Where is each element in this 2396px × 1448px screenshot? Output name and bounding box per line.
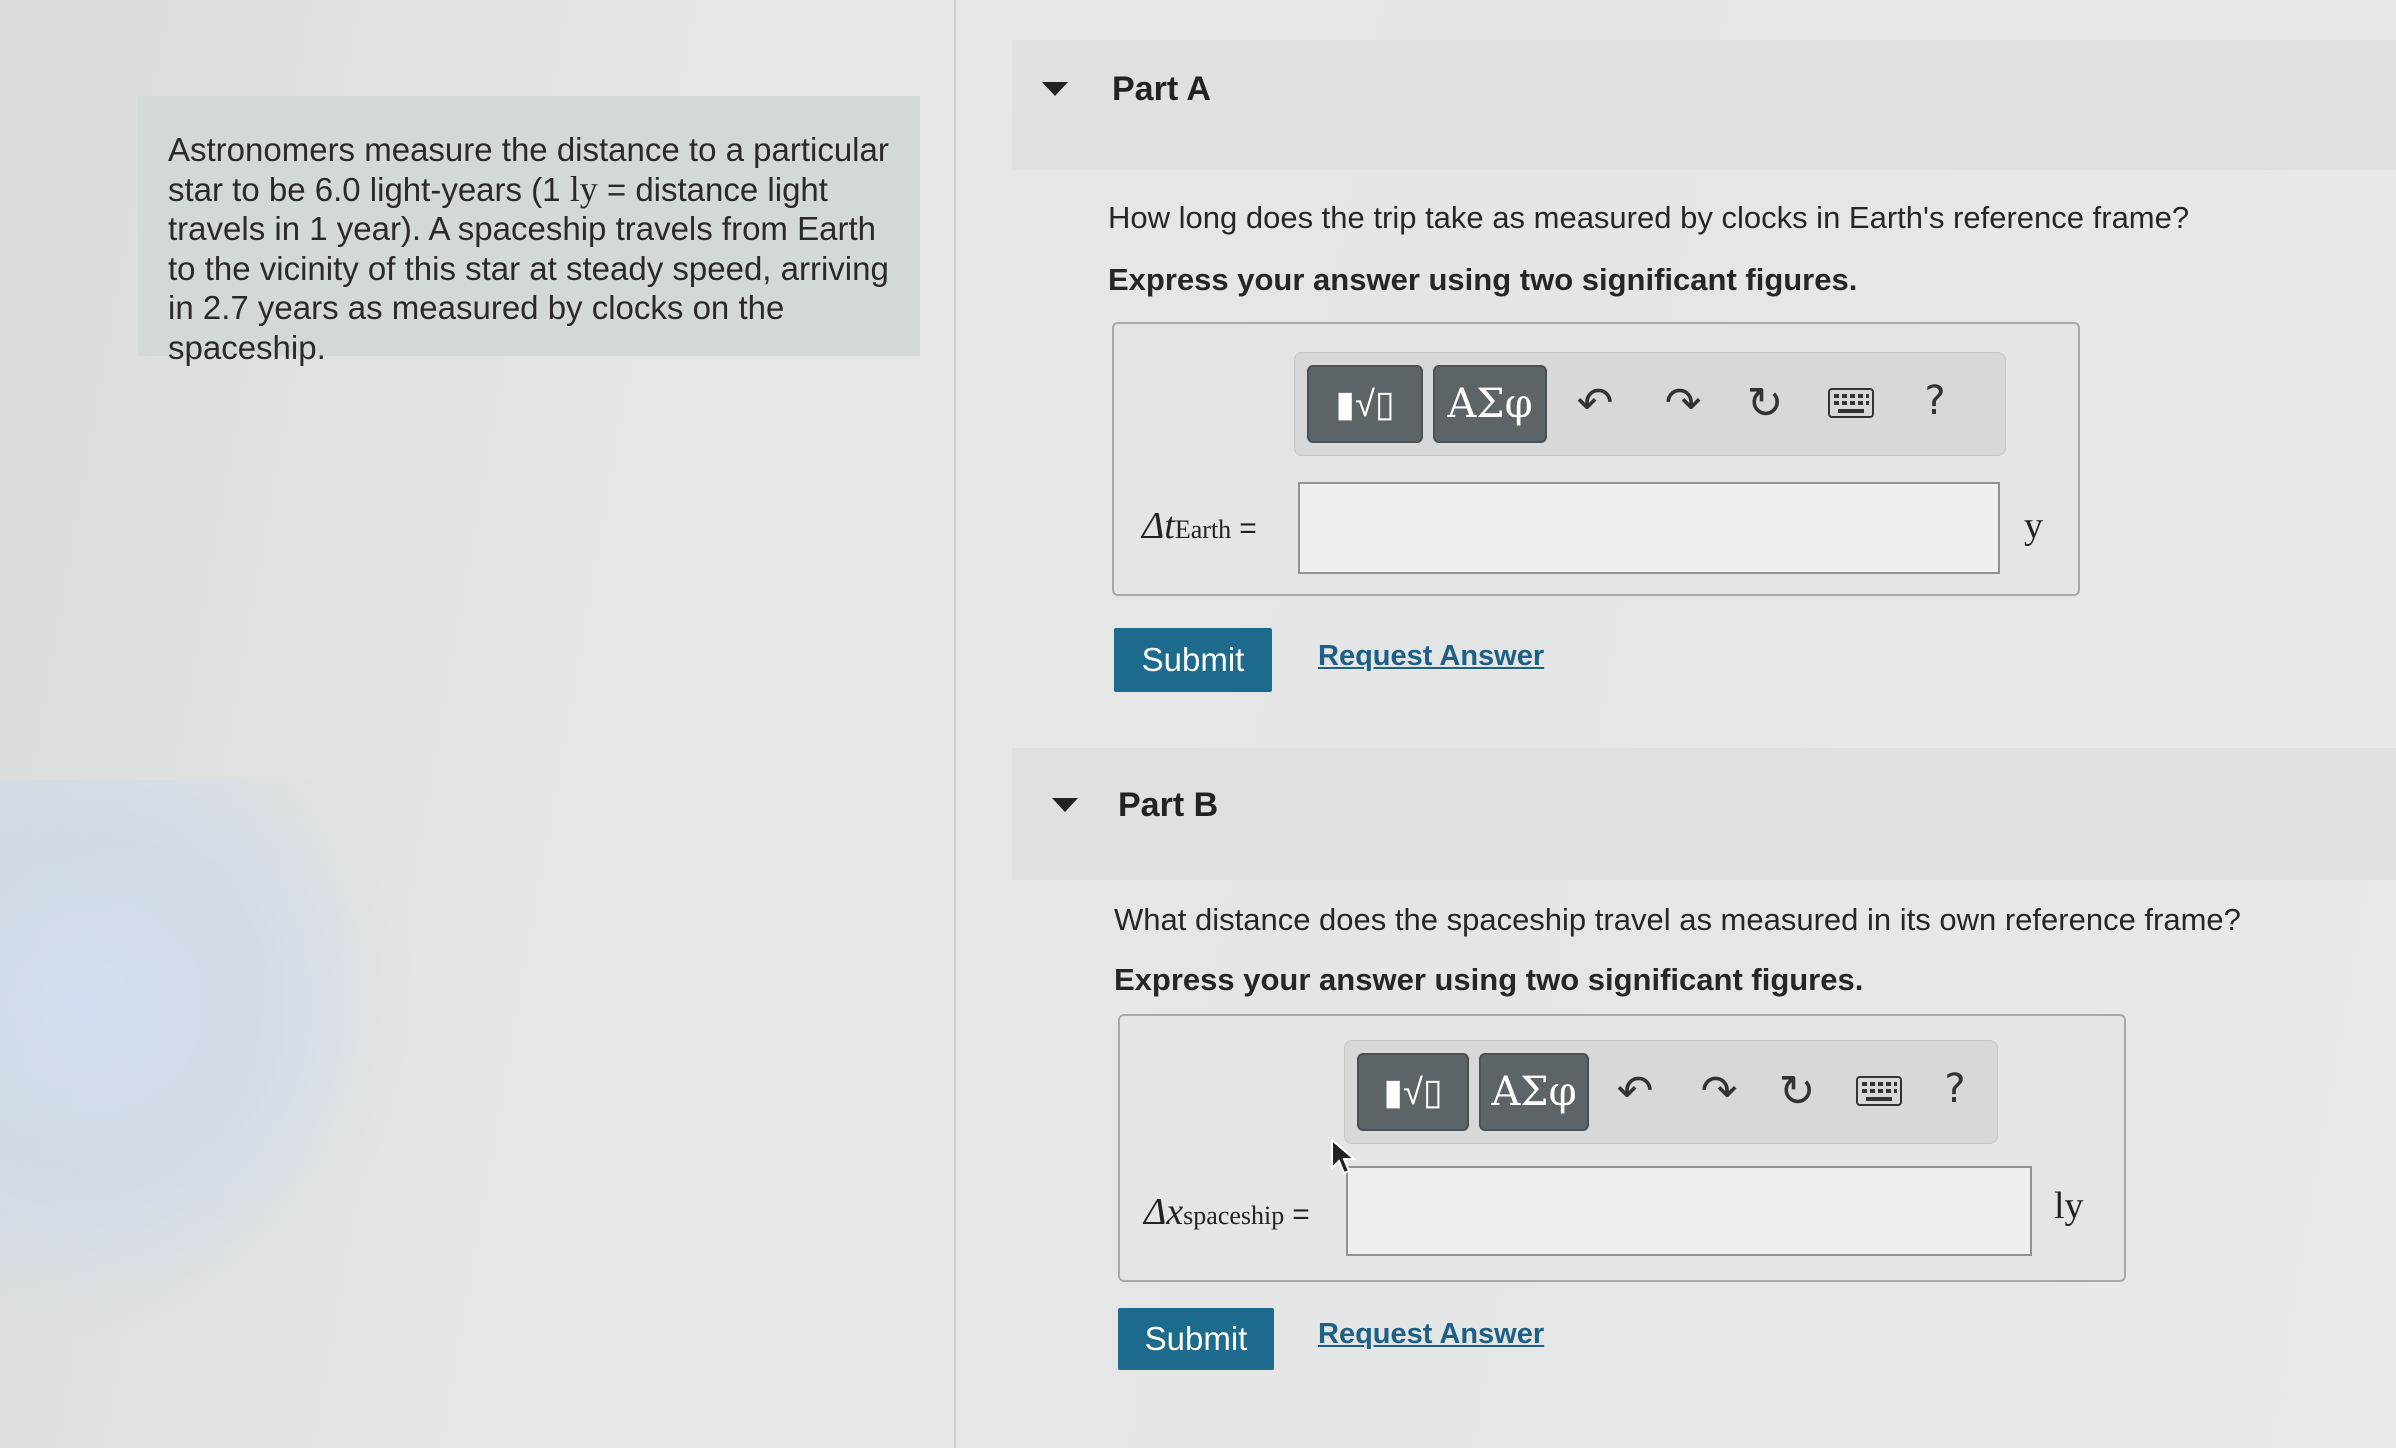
part-b-math-toolbar: ▮√▯ ΑΣφ ↶ ↷ ↻ ?	[1344, 1040, 1998, 1144]
part-a-unit: y	[2024, 505, 2043, 547]
part-a-submit-button[interactable]: Submit	[1114, 628, 1272, 692]
problem-statement: Astronomers measure the distance to a pa…	[138, 96, 920, 366]
redo-icon[interactable]: ↷	[1691, 1063, 1747, 1119]
part-b-unit: ly	[2054, 1185, 2084, 1227]
part-b-answer-box: ▮√▯ ΑΣφ ↶ ↷ ↻ ? Δxspaceship = ly	[1118, 1014, 2126, 1282]
problem-unit-symbol: ly	[569, 168, 598, 209]
part-b-variable-label: Δxspaceship =	[1144, 1190, 1310, 1234]
part-b-title: Part B	[1118, 786, 1219, 824]
part-b-submit-button[interactable]: Submit	[1118, 1308, 1274, 1370]
part-a-question: How long does the trip take as measured …	[1108, 200, 2190, 235]
collapse-caret-icon[interactable]	[1052, 798, 1078, 812]
part-a-request-answer-link[interactable]: Request Answer	[1318, 640, 1544, 673]
part-b-answer-input[interactable]	[1346, 1166, 2032, 1256]
screen-glare	[0, 780, 420, 1340]
templates-button[interactable]: ▮√▯	[1357, 1053, 1469, 1131]
column-divider	[954, 0, 956, 1448]
part-a-variable-subscript: Earth	[1174, 515, 1232, 544]
part-b-variable-subscript: spaceship	[1183, 1201, 1285, 1230]
greek-symbols-button[interactable]: ΑΣφ	[1433, 365, 1547, 443]
part-a-equals: =	[1239, 512, 1257, 545]
help-button[interactable]: ?	[1907, 373, 1963, 429]
keyboard-icon[interactable]	[1823, 375, 1879, 431]
undo-icon[interactable]: ↶	[1567, 375, 1623, 431]
part-b-variable-symbol: Δx	[1144, 1191, 1184, 1233]
part-a-variable-symbol: Δt	[1142, 505, 1175, 547]
part-a-answer-box: ▮√▯ ΑΣφ ↶ ↷ ↻ ? ΔtEarth = y	[1112, 322, 2080, 596]
reset-icon[interactable]: ↻	[1737, 375, 1793, 431]
keyboard-icon[interactable]	[1851, 1063, 1907, 1119]
redo-icon[interactable]: ↷	[1655, 375, 1711, 431]
undo-icon[interactable]: ↶	[1607, 1063, 1663, 1119]
part-b-question: What distance does the spaceship travel …	[1114, 902, 2241, 937]
part-b-instruction: Express your answer using two significan…	[1114, 962, 1864, 997]
part-b-header[interactable]: Part B	[1012, 748, 2396, 880]
part-a-title: Part A	[1112, 70, 1211, 108]
mouse-cursor-icon	[1331, 1138, 1357, 1175]
greek-symbols-button[interactable]: ΑΣφ	[1479, 1053, 1589, 1131]
reset-icon[interactable]: ↻	[1769, 1063, 1825, 1119]
part-a-math-toolbar: ▮√▯ ΑΣφ ↶ ↷ ↻ ?	[1294, 352, 2006, 456]
templates-button[interactable]: ▮√▯	[1307, 365, 1423, 443]
help-button[interactable]: ?	[1927, 1061, 1983, 1117]
collapse-caret-icon[interactable]	[1042, 82, 1068, 96]
part-a-answer-input[interactable]	[1298, 482, 2000, 574]
part-b-request-answer-link[interactable]: Request Answer	[1318, 1318, 1544, 1351]
part-a-header[interactable]: Part A	[1012, 40, 2396, 170]
part-a-variable-label: ΔtEarth =	[1142, 504, 1257, 548]
part-b-equals: =	[1292, 1198, 1310, 1231]
part-a-instruction: Express your answer using two significan…	[1108, 262, 1858, 297]
